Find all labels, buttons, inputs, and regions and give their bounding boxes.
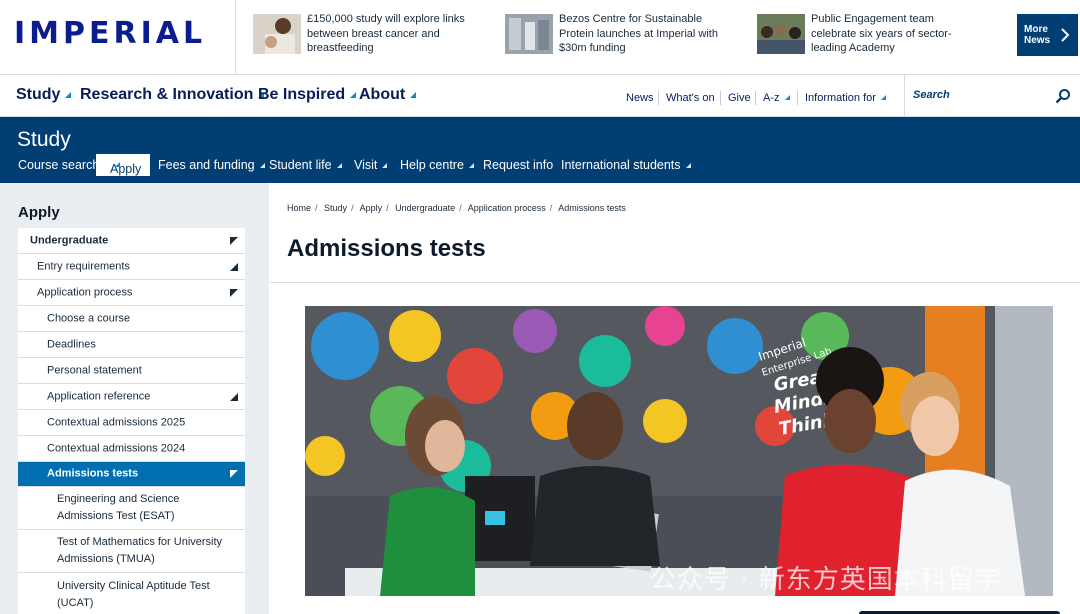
watermark-text: 公众号 · 新东方英国本科留学 [650, 565, 1002, 595]
dropdown-triangle-icon [410, 92, 417, 98]
main-nav-research[interactable]: Research & Innovation [80, 86, 265, 104]
news-thumbnail-icon [757, 14, 805, 54]
main-nav-be-inspired[interactable]: Be Inspired [258, 86, 357, 104]
utility-news-link[interactable]: News [626, 92, 654, 104]
breadcrumb-apply[interactable]: Apply [360, 203, 383, 213]
collapse-arrow-icon [230, 470, 238, 478]
news-item-3[interactable]: Public Engagement team celebrate six yea… [757, 12, 997, 62]
logo-text: IMPERIAL [14, 16, 207, 51]
collapse-arrow-icon [230, 236, 238, 245]
main-nav-study[interactable]: Study [16, 86, 72, 104]
utility-divider [720, 91, 721, 105]
dropdown-triangle-icon [382, 163, 388, 168]
expand-arrow-icon [230, 262, 238, 271]
study-nav-apply[interactable]: Apply [96, 154, 150, 176]
hero-photo: Imperial Enterprise Lab Great Minds D Th… [305, 306, 1053, 596]
sidebar-item-admissions-tests[interactable]: Admissions tests [18, 462, 245, 487]
more-news-label: More News [1024, 24, 1051, 46]
search-placeholder: Search [913, 89, 950, 101]
news-item-2[interactable]: Bezos Centre for Sustainable Protein lau… [505, 12, 730, 62]
utility-a-z-link[interactable]: A-z [763, 92, 790, 104]
sidebar-item-contextual-admissions-2024[interactable]: Contextual admissions 2024 [18, 436, 245, 462]
hero-image: Imperial Enterprise Lab Great Minds D Th… [305, 306, 1053, 596]
utility-whats-on-link[interactable]: What's on [666, 92, 715, 104]
utility-information-for-link[interactable]: Information for [805, 92, 886, 104]
study-section-header: Study Course search Apply Fees and fundi… [0, 117, 1080, 183]
study-nav-international-students[interactable]: International students [561, 158, 691, 172]
breadcrumb-application-process[interactable]: Application process [468, 203, 546, 213]
dropdown-triangle-icon [468, 163, 474, 168]
sidebar-item-contextual-admissions-2025[interactable]: Contextual admissions 2025 [18, 410, 245, 436]
sidebar-item-esat[interactable]: Engineering and Science Admissions Test … [18, 487, 245, 530]
collapse-arrow-icon [230, 288, 238, 297]
utility-give-link[interactable]: Give [728, 92, 751, 104]
sidebar-item-deadlines[interactable]: Deadlines [18, 332, 245, 358]
search-icon[interactable] [1055, 88, 1071, 104]
page-title: Admissions tests [287, 235, 486, 262]
study-nav-fees-and-funding[interactable]: Fees and funding [158, 158, 265, 172]
utility-divider [797, 91, 798, 105]
dropdown-triangle-icon [336, 163, 342, 168]
sidebar-item-entry-requirements[interactable]: Entry requirements [18, 254, 245, 280]
dropdown-triangle-icon [65, 92, 72, 98]
breadcrumb-study[interactable]: Study [324, 203, 347, 213]
study-nav-request-info[interactable]: Request info [483, 158, 553, 172]
news-item-1[interactable]: £150,000 study will explore links betwee… [253, 12, 473, 62]
sidebar-item-personal-statement[interactable]: Personal statement [18, 358, 245, 384]
dropdown-triangle-icon [784, 95, 790, 100]
sidebar-item-application-reference[interactable]: Application reference [18, 384, 245, 410]
utility-divider [755, 91, 756, 105]
top-news-bar: IMPERIAL £150,000 study will explore lin… [0, 0, 1080, 75]
dropdown-triangle-icon [685, 163, 691, 168]
section-title[interactable]: Study [17, 128, 71, 152]
news-headline: £150,000 study will explore links betwee… [307, 13, 465, 54]
dropdown-triangle-icon [259, 163, 265, 168]
dropdown-triangle-icon [350, 92, 357, 98]
news-thumbnail-icon [505, 14, 553, 54]
main-nav-about[interactable]: About [359, 86, 417, 104]
imperial-logo[interactable]: IMPERIAL [0, 0, 236, 75]
sidebar-title[interactable]: Apply [18, 204, 60, 221]
breadcrumb: Home / Study / Apply / Undergraduate / Appli… [287, 203, 626, 213]
more-news-button[interactable]: More News [1017, 14, 1078, 56]
breadcrumb-current: Admissions tests [558, 203, 626, 213]
breadcrumb-home[interactable]: Home [287, 203, 311, 213]
news-headline: Public Engagement team celebrate six yea… [811, 13, 952, 54]
dropdown-triangle-icon [115, 162, 120, 167]
study-nav-help-centre[interactable]: Help centre [400, 158, 474, 172]
news-thumbnail-icon [253, 14, 301, 54]
dropdown-triangle-icon [880, 95, 886, 100]
breadcrumb-undergraduate[interactable]: Undergraduate [395, 203, 455, 213]
sidebar-item-undergraduate[interactable]: Undergraduate [18, 228, 245, 254]
expand-arrow-icon [230, 392, 238, 401]
sidebar-item-tmua[interactable]: Test of Mathematics for University Admis… [18, 530, 245, 573]
sidebar-item-ucat[interactable]: University Clinical Aptitude Test (UCAT) [18, 573, 245, 614]
sidebar-item-application-process[interactable]: Application process [18, 280, 245, 306]
utility-divider [658, 91, 659, 105]
study-nav-course-search[interactable]: Course search [18, 158, 99, 172]
sidebar-item-choose-a-course[interactable]: Choose a course [18, 306, 245, 332]
main-content: Home / Study / Apply / Undergraduate / Appli… [270, 183, 1080, 614]
chevron-right-icon [1061, 28, 1070, 42]
news-headline: Bezos Centre for Sustainable Protein lau… [559, 13, 718, 54]
study-nav-student-life[interactable]: Student life [269, 158, 342, 172]
search-input[interactable]: Search [904, 75, 1080, 117]
study-nav-visit[interactable]: Visit [354, 158, 388, 172]
divider [270, 282, 1080, 283]
